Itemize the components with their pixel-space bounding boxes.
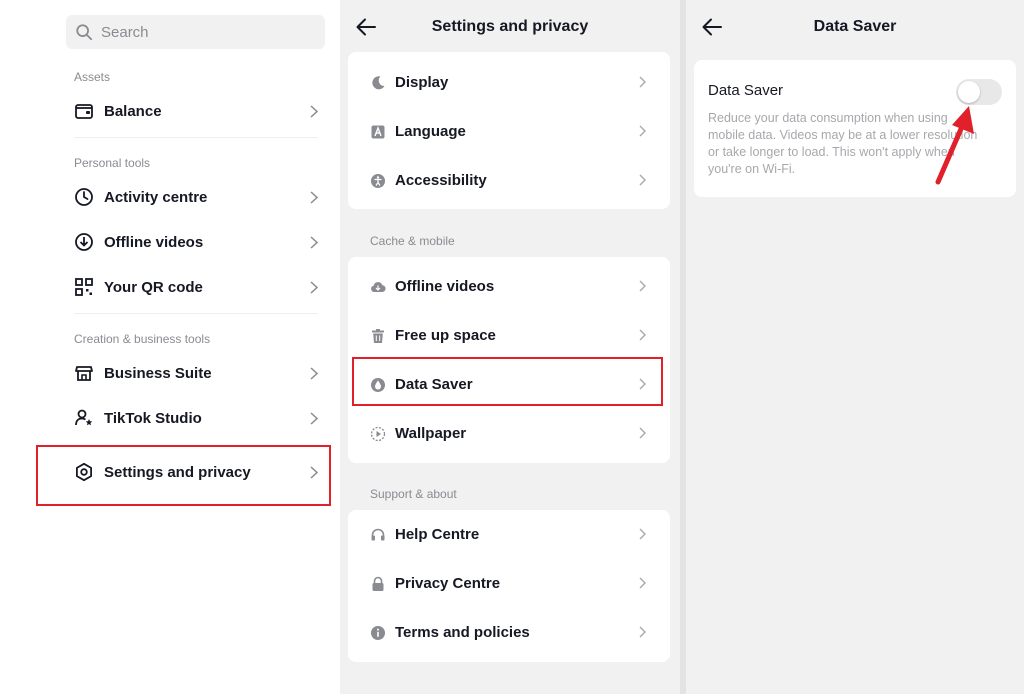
- chevron-right-icon: [310, 281, 318, 294]
- section-label-personal-tools: Personal tools: [74, 156, 151, 170]
- play-circle-icon: [370, 426, 386, 441]
- settings-item-language[interactable]: Language: [348, 107, 670, 156]
- header: Settings and privacy: [340, 0, 680, 56]
- menu-item-label: Your QR code: [104, 278, 203, 296]
- section-label-cache-mobile: Cache & mobile: [370, 234, 455, 248]
- settings-card-general: Display Language Accessibility: [348, 52, 670, 209]
- search-icon: [76, 24, 93, 41]
- menu-item-activity-centre[interactable]: Activity centre: [74, 180, 324, 214]
- divider: [74, 137, 318, 138]
- chevron-right-icon: [310, 367, 318, 380]
- page-title: Settings and privacy: [431, 18, 589, 35]
- settings-item-label: Display: [395, 74, 449, 91]
- settings-item-label: Free up space: [395, 327, 496, 344]
- menu-item-business-suite[interactable]: Business Suite: [74, 356, 324, 390]
- menu-item-label: Balance: [104, 102, 162, 120]
- header: Data Saver: [686, 0, 1024, 56]
- menu-item-label: Offline videos: [104, 233, 204, 251]
- qr-code-icon: [75, 278, 93, 296]
- menu-item-label: TikTok Studio: [104, 409, 202, 427]
- moon-icon: [372, 75, 385, 89]
- info-icon: [371, 625, 385, 640]
- shop-icon: [75, 366, 93, 381]
- cloud-icon: [371, 281, 386, 292]
- settings-item-label: Accessibility: [395, 172, 487, 189]
- chevron-right-icon: [639, 528, 646, 540]
- chevron-right-icon: [310, 191, 318, 204]
- settings-item-label: Wallpaper: [395, 425, 467, 442]
- chevron-right-icon: [639, 174, 646, 186]
- settings-item-label: Terms and policies: [395, 624, 530, 641]
- highlight-box-data-saver: [352, 357, 663, 406]
- settings-item-terms-policies[interactable]: Terms and policies: [348, 608, 670, 657]
- settings-item-label: Privacy Centre: [395, 575, 501, 592]
- settings-card-support: Help Centre Privacy Centre Terms and pol…: [348, 510, 670, 662]
- profile-menu-panel: Search Assets Balance Personal tools Act…: [0, 0, 340, 694]
- chevron-right-icon: [639, 125, 646, 137]
- chevron-right-icon: [639, 577, 646, 589]
- clock-icon: [75, 188, 93, 206]
- headset-icon: [371, 528, 385, 540]
- chevron-right-icon: [310, 412, 318, 425]
- menu-item-offline-videos[interactable]: Offline videos: [74, 225, 324, 259]
- page-title: Data Saver: [813, 18, 897, 35]
- menu-item-label: Business Suite: [104, 364, 212, 382]
- trash-icon: [372, 328, 384, 343]
- lock-icon: [372, 576, 384, 591]
- chevron-right-icon: [639, 76, 646, 88]
- setting-title: Data Saver: [708, 82, 784, 99]
- accessibility-icon: [371, 173, 385, 188]
- data-saver-card: Data Saver Reduce your data consumption …: [694, 60, 1016, 197]
- section-label-support-about: Support & about: [370, 487, 457, 501]
- search-input[interactable]: Search: [101, 24, 149, 41]
- settings-item-offline-videos[interactable]: Offline videos: [348, 262, 670, 311]
- divider: [74, 313, 318, 314]
- person-star-icon: [75, 409, 93, 426]
- settings-item-label: Language: [395, 123, 466, 140]
- chevron-right-icon: [310, 236, 318, 249]
- settings-item-help-centre[interactable]: Help Centre: [348, 510, 670, 559]
- red-arrow-annotation-icon: [935, 106, 974, 185]
- settings-item-wallpaper[interactable]: Wallpaper: [348, 409, 670, 458]
- download-icon: [75, 233, 93, 251]
- settings-item-display[interactable]: Display: [348, 58, 670, 107]
- menu-item-qr-code[interactable]: Your QR code: [74, 270, 324, 304]
- settings-item-label: Offline videos: [395, 278, 495, 295]
- settings-privacy-panel: Settings and privacy Display Language Ac…: [340, 0, 680, 694]
- highlight-box-settings: [36, 445, 331, 506]
- chevron-right-icon: [639, 626, 646, 638]
- chevron-right-icon: [639, 329, 646, 341]
- search-bar[interactable]: Search: [66, 15, 325, 49]
- wallet-icon: [75, 104, 93, 119]
- settings-item-free-up-space[interactable]: Free up space: [348, 311, 670, 360]
- menu-item-tiktok-studio[interactable]: TikTok Studio: [74, 401, 324, 435]
- section-label-creation-business: Creation & business tools: [74, 332, 211, 346]
- data-saver-panel: Data Saver Data Saver Reduce your data c…: [686, 0, 1024, 694]
- menu-item-label: Activity centre: [104, 188, 208, 206]
- chevron-right-icon: [639, 427, 646, 439]
- chevron-right-icon: [310, 105, 318, 118]
- section-label-assets: Assets: [74, 70, 111, 84]
- settings-item-accessibility[interactable]: Accessibility: [348, 156, 670, 205]
- settings-item-label: Help Centre: [395, 526, 480, 543]
- menu-item-balance[interactable]: Balance: [74, 94, 324, 128]
- chevron-right-icon: [639, 280, 646, 292]
- settings-item-privacy-centre[interactable]: Privacy Centre: [348, 559, 670, 608]
- language-icon: [371, 125, 385, 138]
